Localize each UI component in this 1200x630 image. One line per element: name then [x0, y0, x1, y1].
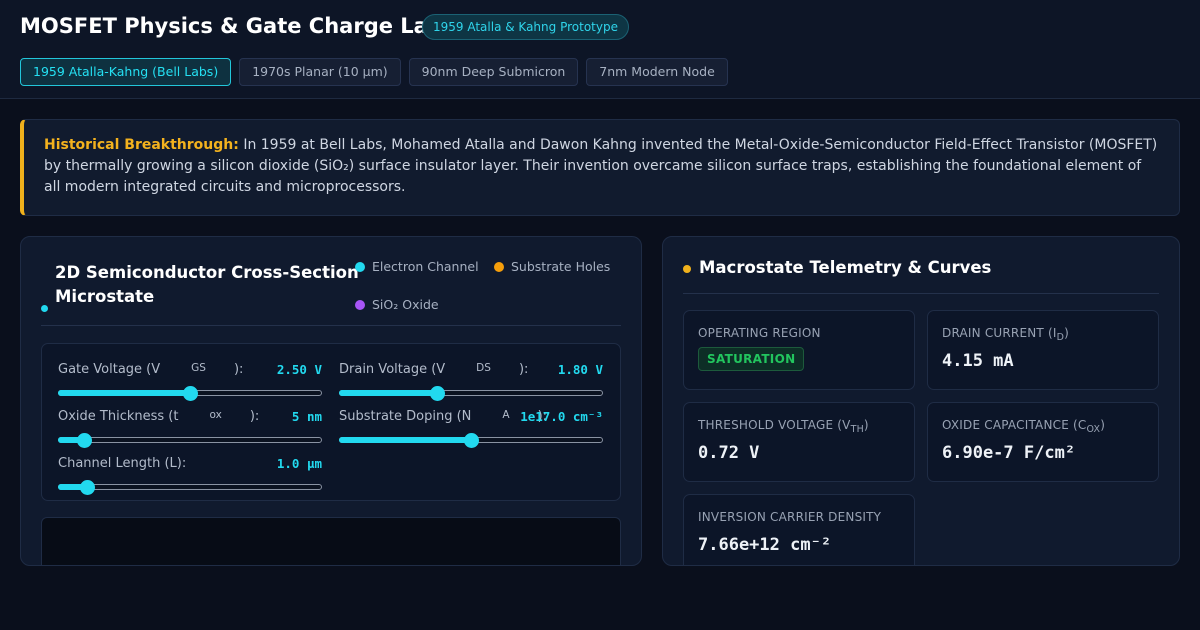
- slider-track: [58, 437, 322, 443]
- legend-substrate-holes: Substrate Holes: [494, 259, 610, 274]
- card-label: DRAIN CURRENT (ID): [942, 326, 1069, 343]
- cross-section-canvas: [41, 517, 621, 565]
- card-value: 7.66e+12 cm⁻²: [698, 535, 832, 555]
- title-indicator-dot: [41, 305, 48, 312]
- legend-electron-channel: Electron Channel: [355, 259, 479, 274]
- drain-current-card: DRAIN CURRENT (ID) 4.15 mA: [927, 310, 1159, 390]
- divider: [683, 293, 1159, 294]
- slider-thumb[interactable]: [430, 386, 445, 401]
- page-title: MOSFET Physics & Gate Charge Lab: [20, 14, 443, 38]
- slider-fill: [339, 437, 471, 443]
- slider-thumb[interactable]: [80, 480, 95, 495]
- era-tabs: 1959 Atalla-Kahng (Bell Labs) 1970s Plan…: [20, 58, 728, 86]
- control-value: 2.50 V: [276, 362, 322, 377]
- parameter-controls: Gate Voltage (V GS): 2.50 V Drain Voltage…: [41, 343, 621, 501]
- callout-lead: Historical Breakthrough:: [44, 137, 239, 153]
- control-label: Substrate Doping (N A):: [339, 409, 548, 424]
- gate-voltage-slider[interactable]: [58, 386, 322, 401]
- cross-section-panel: 2D Semiconductor Cross-Section Microstat…: [20, 236, 642, 566]
- control-value: 5 nm: [291, 409, 322, 424]
- card-label: OXIDE CAPACITANCE (COX): [942, 418, 1106, 435]
- slider-fill: [339, 390, 437, 396]
- oxide-thickness-slider[interactable]: [58, 433, 322, 448]
- card-label: INVERSION CARRIER DENSITY: [698, 510, 882, 524]
- card-value: 4.15 mA: [942, 351, 1014, 371]
- title-indicator-dot: [683, 265, 691, 273]
- tab-1970s-planar[interactable]: 1970s Planar (10 µm): [239, 58, 401, 86]
- control-label: Oxide Thickness (t ox):: [58, 409, 260, 424]
- historical-callout: Historical Breakthrough: In 1959 at Bell…: [20, 119, 1180, 216]
- electron-channel-swatch: [355, 262, 365, 272]
- telemetry-panel: Macrostate Telemetry & Curves OPERATING …: [662, 236, 1180, 566]
- slider-fill: [58, 390, 190, 396]
- sio2-oxide-swatch: [355, 300, 365, 310]
- oxide-capacitance-card: OXIDE CAPACITANCE (COX) 6.90e-7 F/cm²: [927, 402, 1159, 482]
- control-label: Drain Voltage (V DS):: [339, 362, 529, 377]
- legend-label: SiO₂ Oxide: [372, 297, 439, 312]
- card-label: OPERATING REGION: [698, 326, 821, 340]
- operating-region-card: OPERATING REGION SATURATION: [683, 310, 915, 390]
- inversion-density-card: INVERSION CARRIER DENSITY 7.66e+12 cm⁻²: [683, 494, 915, 565]
- panel-title: 2D Semiconductor Cross-Section Microstat…: [55, 263, 359, 306]
- slider-thumb[interactable]: [464, 433, 479, 448]
- control-label: Gate Voltage (V GS):: [58, 362, 244, 377]
- tab-90nm-deep-submicron[interactable]: 90nm Deep Submicron: [408, 58, 579, 86]
- prototype-badge: 1959 Atalla & Kahng Prototype: [422, 14, 629, 40]
- legend-label: Electron Channel: [372, 259, 479, 274]
- substrate-doping-slider[interactable]: [339, 433, 603, 448]
- control-value: 1.0 µm: [276, 456, 322, 471]
- card-label: THRESHOLD VOLTAGE (VTH): [698, 418, 869, 435]
- panel-title: Macrostate Telemetry & Curves: [699, 258, 992, 277]
- tab-1959-atalla-kahng[interactable]: 1959 Atalla-Kahng (Bell Labs): [20, 58, 232, 86]
- slider-track: [58, 484, 322, 490]
- tab-7nm-modern-node[interactable]: 7nm Modern Node: [586, 58, 728, 86]
- threshold-voltage-card: THRESHOLD VOLTAGE (VTH) 0.72 V: [683, 402, 915, 482]
- control-label: Channel Length (L):: [58, 456, 187, 471]
- legend-label: Substrate Holes: [511, 259, 611, 274]
- card-value: 0.72 V: [698, 443, 760, 463]
- substrate-holes-swatch: [494, 262, 504, 272]
- status-badge: SATURATION: [698, 347, 805, 371]
- app-header: MOSFET Physics & Gate Charge Lab 1959 At…: [0, 0, 1200, 99]
- slider-thumb[interactable]: [77, 433, 92, 448]
- control-value: 1e17.0 cm⁻³: [520, 409, 603, 424]
- channel-length-slider[interactable]: [58, 480, 322, 495]
- divider: [41, 325, 621, 326]
- slider-thumb[interactable]: [183, 386, 198, 401]
- card-value: 6.90e-7 F/cm²: [942, 443, 1076, 463]
- drain-voltage-slider[interactable]: [339, 386, 603, 401]
- control-value: 1.80 V: [557, 362, 603, 377]
- legend-sio2-oxide: SiO₂ Oxide: [355, 297, 439, 312]
